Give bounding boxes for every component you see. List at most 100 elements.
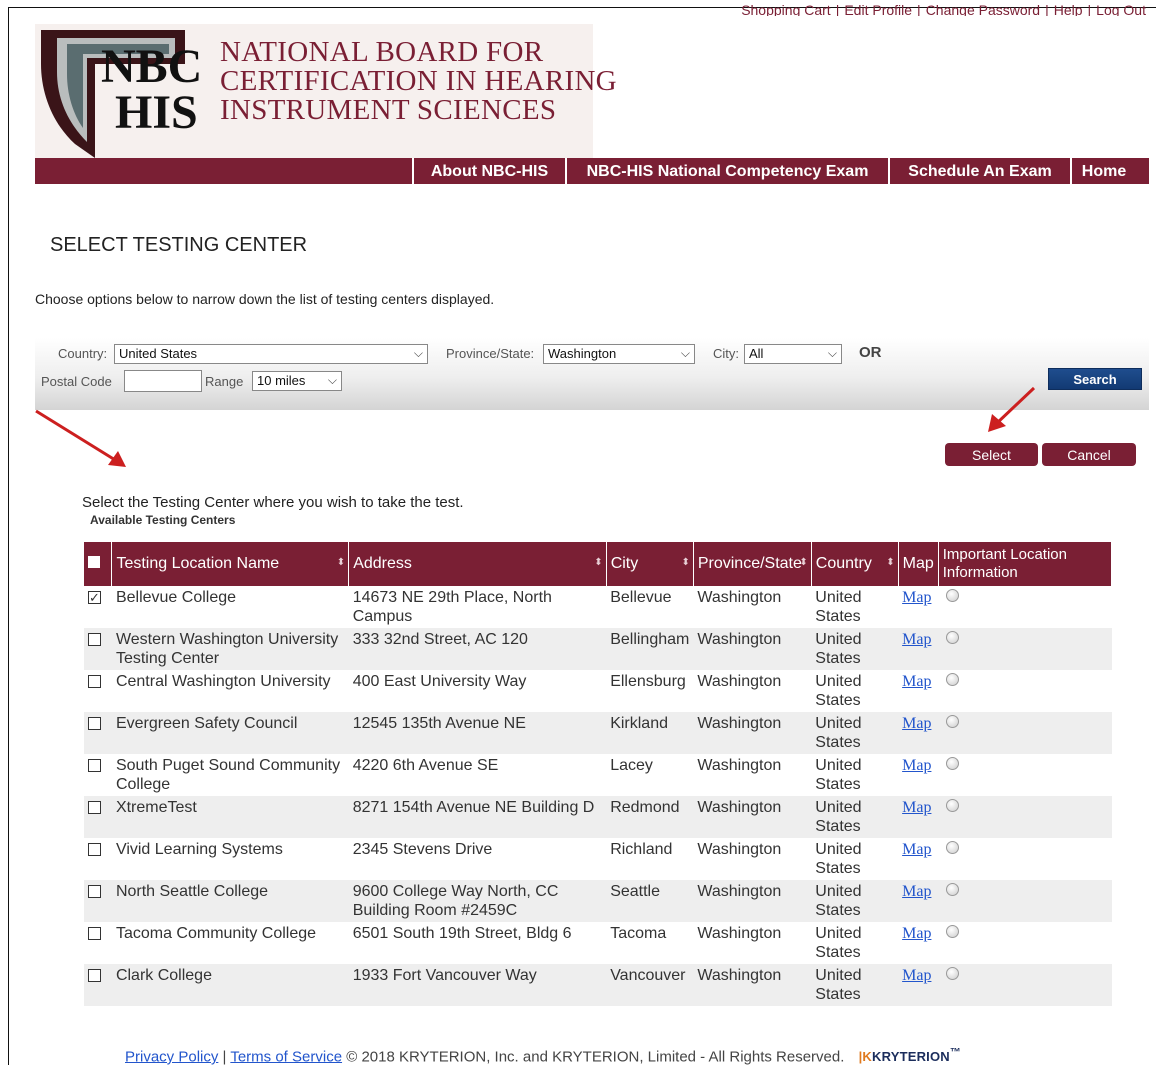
table-row[interactable]: Central Washington University 400 East Un…: [84, 670, 1112, 712]
table-row[interactable]: Vivid Learning Systems 2345 Stevens Drive…: [84, 838, 1112, 880]
map-link[interactable]: Map: [902, 799, 931, 816]
row-checkbox[interactable]: [88, 588, 101, 607]
sort-icon[interactable]: ⬍: [337, 557, 345, 568]
info-icon[interactable]: [946, 589, 960, 602]
map-cell: Map: [898, 754, 938, 796]
map-link[interactable]: Map: [902, 925, 931, 942]
cancel-button[interactable]: Cancel: [1042, 443, 1136, 466]
sort-icon[interactable]: ⬍: [681, 557, 689, 568]
terms-of-service-link[interactable]: Terms of Service: [230, 1048, 342, 1065]
map-cell: Map: [898, 922, 938, 964]
nav-schedule-exam[interactable]: Schedule An Exam: [888, 158, 1070, 184]
info-icon[interactable]: [946, 757, 960, 770]
nav-about[interactable]: About NBC-HIS: [412, 158, 565, 184]
map-link[interactable]: Map: [902, 883, 931, 900]
info-cell: [938, 922, 1111, 964]
shopping-cart-link[interactable]: Shopping Cart: [741, 2, 831, 16]
header-map: Map: [898, 542, 939, 586]
country-select[interactable]: United States ⌵: [114, 344, 428, 364]
row-select-cell: [84, 796, 112, 838]
header-city[interactable]: City ⬍: [606, 542, 694, 586]
info-icon[interactable]: [946, 673, 960, 686]
header-address-label: Address: [353, 555, 412, 572]
row-checkbox[interactable]: [88, 675, 101, 688]
table-row[interactable]: Clark College 1933 Fort Vancouver Way Vanc…: [84, 964, 1112, 1006]
search-button[interactable]: Search: [1048, 368, 1142, 390]
address: 9600 College Way North, CC Building Room…: [348, 880, 607, 922]
table-row[interactable]: XtremeTest 8271 154th Avenue NE Building …: [84, 796, 1112, 838]
row-checkbox[interactable]: [88, 969, 101, 982]
province-state: Washington: [693, 880, 812, 922]
info-icon[interactable]: [946, 631, 960, 644]
country-value: United States: [119, 346, 198, 361]
table-row[interactable]: South Puget Sound Community College 4220 …: [84, 754, 1112, 796]
help-link[interactable]: Help: [1054, 2, 1083, 16]
info-cell: [938, 964, 1112, 1006]
header-name[interactable]: Testing Location Name ⬍: [111, 542, 350, 586]
arrow-annotation-icon: [35, 409, 126, 467]
row-checkbox[interactable]: [88, 885, 101, 898]
table-row[interactable]: Tacoma Community College 6501 South 19th …: [84, 922, 1112, 964]
select-button[interactable]: Select: [945, 443, 1038, 466]
select-all-header[interactable]: [84, 542, 113, 586]
log-out-link[interactable]: Log Out: [1096, 2, 1146, 16]
map-link[interactable]: Map: [902, 967, 931, 984]
header-address[interactable]: Address ⬍: [348, 542, 607, 586]
map-link[interactable]: Map: [902, 757, 931, 774]
separator: |: [222, 1048, 227, 1065]
country-label: Country:: [58, 346, 108, 361]
city: Bellevue: [610, 589, 672, 606]
info-icon[interactable]: [946, 841, 960, 854]
row-checkbox[interactable]: [88, 801, 101, 814]
table-row[interactable]: North Seattle College 9600 College Way No…: [84, 880, 1112, 922]
row-select-cell: [84, 880, 112, 922]
row-checkbox[interactable]: [88, 633, 101, 646]
table-row[interactable]: Western Washington University Testing Ce…: [84, 628, 1112, 670]
map-cell: Map: [898, 838, 938, 880]
city: Tacoma: [610, 925, 667, 942]
city: Kirkland: [606, 712, 694, 754]
address: 6501 South 19th Street, Bldg 6: [352, 925, 572, 942]
change-password-link[interactable]: Change Password: [926, 2, 1040, 16]
row-checkbox[interactable]: [88, 927, 101, 940]
kryterion-mark-icon: |K: [858, 1049, 873, 1065]
map-link[interactable]: Map: [902, 589, 931, 606]
info-icon[interactable]: [946, 925, 960, 938]
province-state: Washington: [697, 673, 782, 690]
postal-code-input[interactable]: [124, 370, 202, 392]
header-state[interactable]: Province/State ⬍: [693, 542, 812, 586]
map-link[interactable]: Map: [902, 673, 931, 690]
map-link[interactable]: Map: [902, 841, 931, 858]
info-icon[interactable]: [946, 883, 960, 896]
sort-icon[interactable]: ⬍: [594, 557, 602, 568]
info-cell: [938, 880, 1112, 922]
nav-home[interactable]: Home: [1070, 158, 1136, 184]
state-label: Province/State:: [446, 346, 535, 361]
country: United States: [811, 628, 899, 670]
privacy-policy-link[interactable]: Privacy Policy: [125, 1048, 218, 1065]
city: Vancouver: [606, 964, 694, 1006]
info-icon[interactable]: [946, 715, 960, 728]
nav-competency-exam[interactable]: NBC-HIS National Competency Exam: [565, 158, 888, 184]
info-icon[interactable]: [946, 799, 960, 812]
country: United States: [811, 880, 899, 922]
map-link[interactable]: Map: [902, 631, 931, 648]
sort-icon[interactable]: ⬍: [799, 557, 807, 568]
address: 12545 135th Avenue NE: [348, 712, 607, 754]
table-row[interactable]: Evergreen Safety Council 12545 135th Aven…: [84, 712, 1112, 754]
footer: Privacy Policy | Terms of Service © 2018…: [125, 1047, 961, 1065]
select-all-checkbox[interactable]: [88, 556, 100, 568]
sort-icon[interactable]: ⬍: [886, 557, 894, 568]
map-link[interactable]: Map: [902, 715, 931, 732]
edit-profile-link[interactable]: Edit Profile: [844, 2, 912, 16]
row-checkbox[interactable]: [88, 717, 101, 730]
info-icon[interactable]: [946, 967, 960, 980]
range-select[interactable]: 10 miles ⌵: [252, 371, 342, 391]
state-select[interactable]: Washington ⌵: [543, 344, 695, 364]
row-select-cell: [84, 922, 112, 964]
row-checkbox[interactable]: [88, 759, 101, 772]
header-country[interactable]: Country ⬍: [811, 542, 899, 586]
row-checkbox[interactable]: [88, 843, 101, 856]
city-select[interactable]: All ⌵: [744, 344, 842, 364]
table-row[interactable]: Bellevue College 14673 NE 29th Place, Nor…: [84, 586, 1112, 628]
